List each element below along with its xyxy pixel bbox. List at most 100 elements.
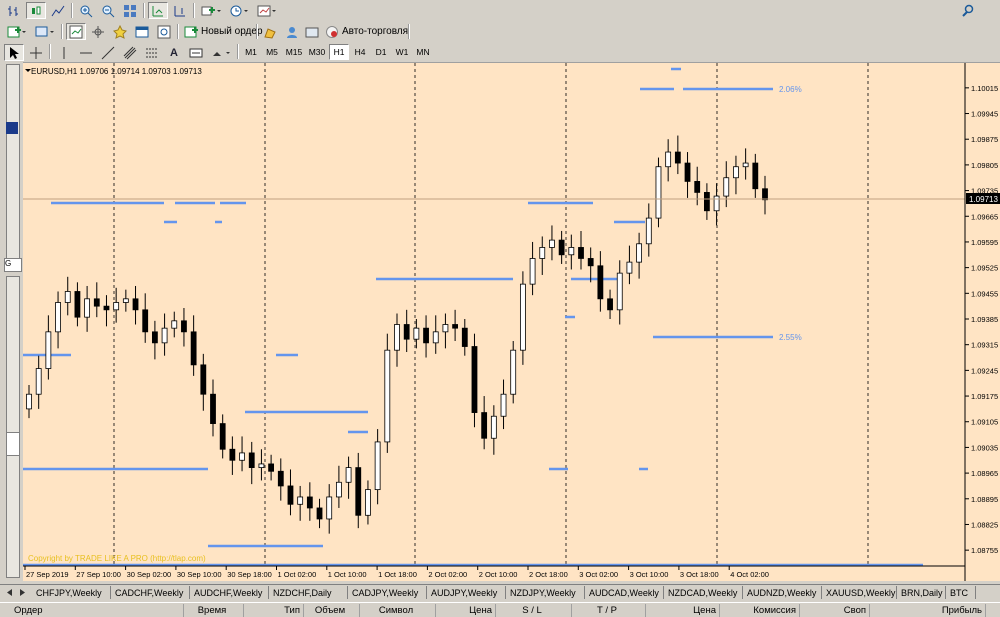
zoom-in-icon[interactable] <box>76 2 96 19</box>
terminal-column-header[interactable]: Прибыль <box>870 604 986 617</box>
candle-body <box>549 239 555 248</box>
trendline-icon[interactable] <box>98 44 118 61</box>
symbol-tab[interactable]: XAUUSD,Weekly <box>822 586 897 599</box>
candle-body <box>403 324 410 340</box>
symbol-tab[interactable]: AUDJPY,Weekly <box>427 586 506 599</box>
candle-body <box>481 412 488 439</box>
signals-icon[interactable] <box>302 23 322 40</box>
new-order-label: Новый ордер <box>201 26 263 37</box>
candle-body <box>490 415 497 439</box>
autotrading-button[interactable]: Авто-торговля <box>322 23 411 40</box>
candle-body <box>713 195 720 212</box>
line-chart-icon[interactable] <box>48 2 68 19</box>
new-order-button[interactable]: Новый ордер <box>181 23 266 40</box>
terminal-column-header[interactable]: Цена <box>436 604 496 617</box>
candle-body <box>616 272 623 311</box>
candle-body <box>655 166 662 219</box>
symbol-tab[interactable]: CADCHF,Weekly <box>111 586 190 599</box>
metaeditor-icon[interactable] <box>260 23 280 40</box>
terminal-column-header[interactable]: Комиссия <box>720 604 800 617</box>
navigator-icon[interactable] <box>110 23 130 40</box>
time-tick-label: 3 Oct 02:00 <box>579 570 618 579</box>
symbol-tab[interactable]: BRN,Daily <box>897 586 946 599</box>
timeframe-h4[interactable]: H4 <box>350 44 370 60</box>
price-chart[interactable]: 2.06% 2.55% EURUSD,H1 1.09706 1.09714 1.0… <box>23 63 1000 581</box>
arrows-icon[interactable] <box>208 44 234 61</box>
terminal-column-header[interactable]: Ордер <box>14 604 184 617</box>
terminal-column-header[interactable]: Объем <box>304 604 360 617</box>
timeframe-m1[interactable]: M1 <box>241 44 261 60</box>
symbol-tab[interactable]: NZDCHF,Daily <box>269 586 348 599</box>
crosshair-icon[interactable] <box>26 44 46 61</box>
tab-scroll-arrows[interactable] <box>2 587 30 598</box>
left-scroll-thumb-2[interactable] <box>6 432 20 456</box>
market-watch-icon[interactable] <box>66 23 86 40</box>
terminal-column-header[interactable]: Время <box>184 604 244 617</box>
label-tool-icon[interactable] <box>186 44 206 61</box>
accounts-icon[interactable] <box>282 23 302 40</box>
candle-body <box>93 298 100 307</box>
symbol-tab[interactable]: AUDNZD,Weekly <box>743 586 822 599</box>
templates-icon[interactable] <box>254 2 280 19</box>
candle-body <box>733 166 739 179</box>
timeframe-m15[interactable]: M15 <box>283 44 305 60</box>
candle-body <box>529 258 536 285</box>
timeframe-d1[interactable]: D1 <box>371 44 391 60</box>
price-tick-label: 1.09945 <box>971 110 998 119</box>
symbol-tab[interactable]: CHFJPY,Weekly <box>32 586 111 599</box>
candle-body <box>626 261 633 274</box>
horizontal-line-icon[interactable] <box>76 44 96 61</box>
left-scrollbar-top[interactable] <box>6 64 20 261</box>
symbol-tab[interactable]: BTC <box>946 586 976 599</box>
candle-body <box>432 331 439 344</box>
terminal-column-header[interactable]: Своп <box>800 604 870 617</box>
terminal-column-header[interactable]: Символ <box>360 604 436 617</box>
strategy-tester-icon[interactable] <box>154 23 174 40</box>
left-scroll-thumb[interactable] <box>6 122 18 134</box>
candle-body <box>248 452 255 469</box>
terminal-column-header[interactable]: Тип <box>244 604 304 617</box>
indicators-icon[interactable] <box>198 2 224 19</box>
timeframe-m30[interactable]: M30 <box>306 44 328 60</box>
timeframe-h1[interactable]: H1 <box>329 44 349 60</box>
time-tick-label: 30 Sep 10:00 <box>177 570 222 579</box>
candle-body <box>219 423 226 450</box>
symbol-tab[interactable]: NZDCAD,Weekly <box>664 586 743 599</box>
chart-shift-icon[interactable] <box>170 2 190 19</box>
search-icon[interactable] <box>958 2 978 19</box>
vertical-line-icon[interactable] <box>54 44 74 61</box>
left-scrollbar-bottom[interactable] <box>6 276 20 578</box>
terminal-column-header[interactable]: S / L <box>496 604 572 617</box>
symbol-tab[interactable]: NZDJPY,Weekly <box>506 586 585 599</box>
symbol-tab[interactable]: CADJPY,Weekly <box>348 586 427 599</box>
symbol-tab[interactable]: AUDCAD,Weekly <box>585 586 664 599</box>
periods-icon[interactable] <box>226 2 252 19</box>
left-panel-tab-g[interactable]: G <box>4 258 22 272</box>
candle-body <box>645 217 652 245</box>
timeframe-w1[interactable]: W1 <box>392 44 412 60</box>
candle-body <box>636 243 643 263</box>
candle-body <box>413 327 420 340</box>
fibonacci-icon[interactable] <box>142 44 162 61</box>
timeframe-mn[interactable]: MN <box>413 44 433 60</box>
profiles-icon[interactable] <box>32 23 58 40</box>
text-tool-button[interactable]: A <box>164 44 184 61</box>
terminal-icon[interactable] <box>132 23 152 40</box>
channel-icon[interactable] <box>120 44 140 61</box>
candle-body <box>597 265 604 300</box>
zoom-out-icon[interactable] <box>98 2 118 19</box>
cursor-icon[interactable] <box>4 44 24 61</box>
main-toolbar <box>0 0 1000 22</box>
time-tick-label: 30 Sep 02:00 <box>127 570 172 579</box>
terminal-column-header[interactable]: Цена <box>646 604 720 617</box>
new-chart-icon[interactable] <box>4 23 30 40</box>
autoscroll-icon[interactable] <box>148 2 168 19</box>
timeframe-m5[interactable]: M5 <box>262 44 282 60</box>
tile-icon[interactable] <box>120 2 140 19</box>
candle-body <box>74 291 81 318</box>
data-window-icon[interactable] <box>88 23 108 40</box>
chart-bars-icon[interactable] <box>4 2 24 19</box>
terminal-column-header[interactable]: T / P <box>572 604 646 617</box>
candles-icon[interactable] <box>26 2 46 19</box>
symbol-tab[interactable]: AUDCHF,Weekly <box>190 586 269 599</box>
